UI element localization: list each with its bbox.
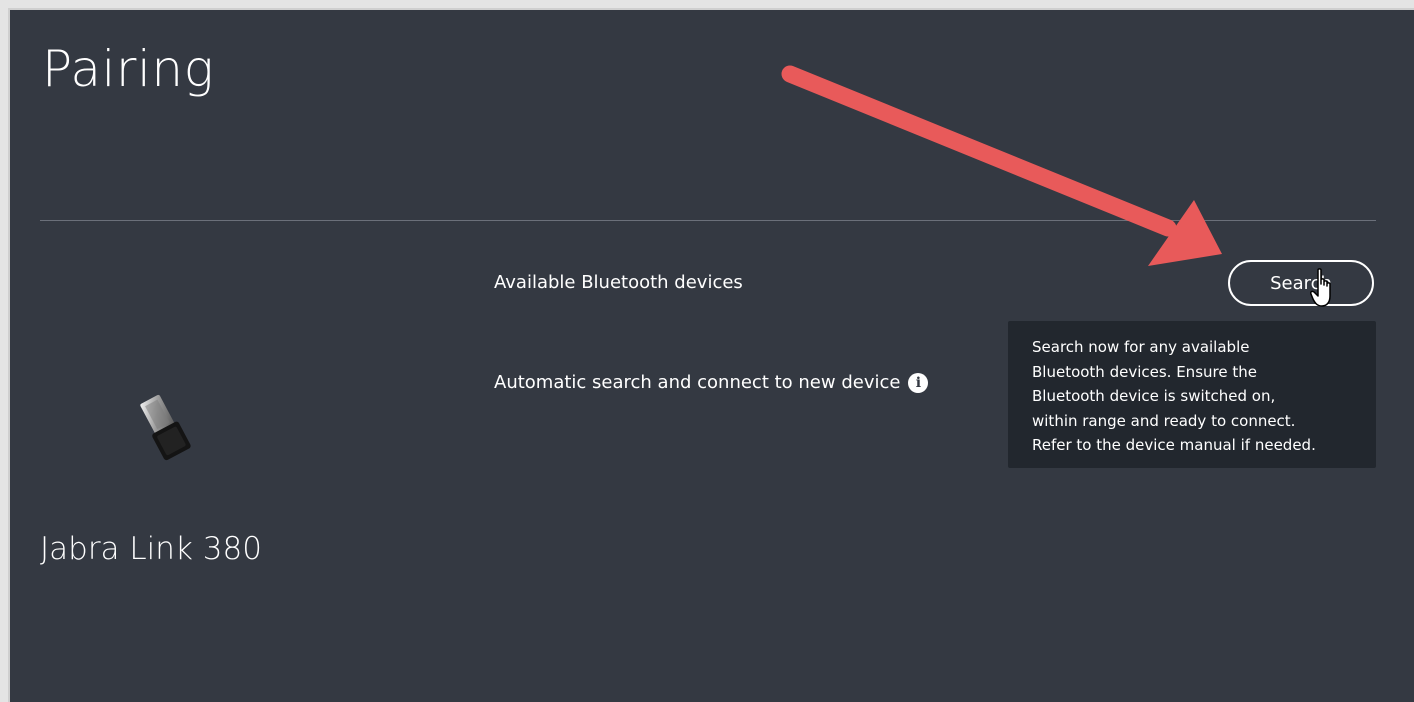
- bluetooth-devices-label: Available Bluetooth devices: [494, 272, 743, 293]
- hand-cursor-icon: [1310, 268, 1331, 307]
- tooltip-line: Bluetooth devices. Ensure the: [1032, 362, 1257, 381]
- search-tooltip: Search now for any available Bluetooth d…: [1008, 321, 1376, 468]
- tooltip-line: Bluetooth device is switched on,: [1032, 387, 1276, 405]
- page-title: Pairing: [42, 40, 215, 98]
- window-frame: Pairing Jabra Link 380 Available Bluetoo…: [0, 0, 1414, 702]
- pairing-panel: Pairing Jabra Link 380 Available Bluetoo…: [8, 8, 1414, 702]
- section-divider: [40, 220, 1376, 221]
- info-icon[interactable]: i: [908, 373, 929, 393]
- tooltip-line: Search now for any available: [1032, 338, 1250, 356]
- search-button[interactable]: Search: [1228, 260, 1374, 306]
- auto-connect-label: Automatic search and connect to new devi…: [494, 372, 901, 393]
- auto-connect-row: Automatic search and connect to new devi…: [494, 371, 929, 395]
- device-name: Jabra Link 380: [40, 531, 262, 567]
- tooltip-line: Refer to the device manual if needed.: [1032, 436, 1316, 454]
- tooltip-line: within range and ready to connect.: [1032, 411, 1296, 430]
- usb-dongle-icon: [140, 394, 191, 461]
